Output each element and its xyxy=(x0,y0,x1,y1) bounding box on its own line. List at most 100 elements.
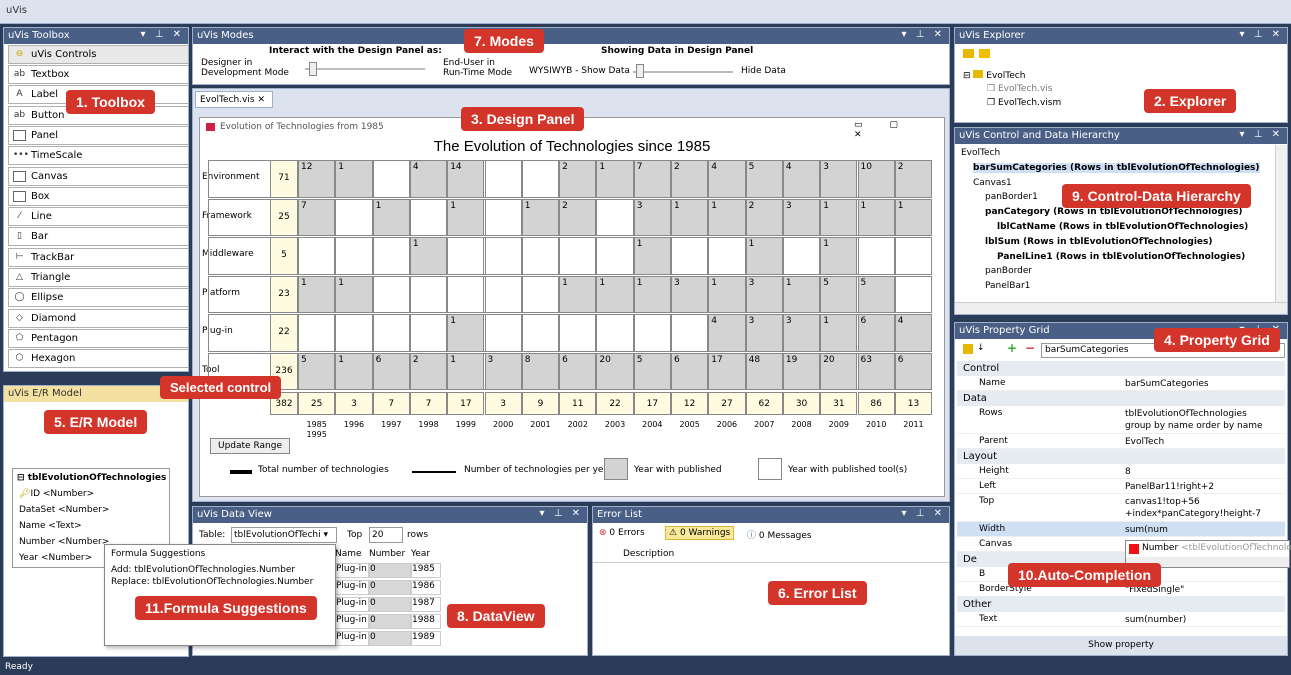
year-cell[interactable]: 1 xyxy=(559,275,597,313)
sort-icon[interactable]: ↓ xyxy=(977,343,985,353)
year-cell[interactable]: 1 xyxy=(857,198,895,236)
year-cell[interactable] xyxy=(409,198,448,236)
year-cell[interactable] xyxy=(894,237,933,275)
year-cell[interactable] xyxy=(335,237,373,275)
year-cell[interactable] xyxy=(484,314,522,352)
year-cell[interactable] xyxy=(894,275,933,313)
year-cell[interactable] xyxy=(708,237,746,275)
year-cell[interactable]: 1 xyxy=(820,198,858,236)
er-field-id[interactable]: 🔑︎ID <Number> xyxy=(19,489,94,499)
property-value[interactable]: sum(num xyxy=(1125,524,1168,536)
dataview-cell[interactable]: Plug-in xyxy=(335,580,369,595)
year-cell[interactable]: 3 xyxy=(820,160,858,198)
year-cell[interactable]: 1 xyxy=(745,237,783,275)
toolbox-item-line[interactable]: ⁄ Line xyxy=(8,207,188,227)
hierarchy-item[interactable]: panBorder1 xyxy=(985,192,1038,202)
update-range-button[interactable]: Update Range xyxy=(210,438,290,454)
warnings-filter[interactable]: ⚠ 0 Warnings xyxy=(665,526,735,540)
year-cell[interactable]: 3 xyxy=(633,198,671,236)
year-cell[interactable]: 5 xyxy=(633,352,671,390)
year-cell[interactable]: 1 xyxy=(596,160,634,198)
year-cell[interactable]: 12 xyxy=(298,160,336,198)
hierarchy-scrollbar[interactable] xyxy=(955,302,1287,314)
hierarchy-item[interactable]: lblSum (Rows in tblEvolutionOfTechnologi… xyxy=(985,237,1212,247)
year-cell[interactable]: 19 xyxy=(782,352,821,390)
property-category[interactable]: Data xyxy=(957,391,1285,406)
dataview-cell[interactable]: Plug-in xyxy=(335,563,369,578)
year-cell[interactable] xyxy=(596,314,634,352)
year-cell[interactable] xyxy=(372,160,410,198)
dataview-cell[interactable]: 0 xyxy=(369,597,411,612)
mode-slider[interactable] xyxy=(305,68,425,70)
property-row-rows[interactable]: Rows tblEvolutionOfTechnologies group by … xyxy=(957,406,1285,434)
year-cell[interactable]: 1 xyxy=(372,198,410,236)
hierarchy-item[interactable]: lblCatName (Rows in tblEvolutionOfTechno… xyxy=(997,222,1248,232)
data-slider-thumb[interactable] xyxy=(636,64,644,78)
toolbox-item-ellipse[interactable]: ◯ Ellipse xyxy=(8,288,188,308)
year-cell[interactable]: 2 xyxy=(559,198,597,236)
property-category[interactable]: Other xyxy=(957,597,1285,612)
errors-filter[interactable]: ⊗ 0 Errors xyxy=(599,528,645,538)
property-row-parent[interactable]: Parent EvolTech xyxy=(957,434,1285,449)
property-value[interactable]: EvolTech xyxy=(1125,436,1164,448)
year-cell[interactable]: 5 xyxy=(298,352,336,390)
add-icon[interactable]: + xyxy=(1007,341,1017,355)
year-cell[interactable]: 5 xyxy=(820,275,858,313)
year-cell[interactable]: 3 xyxy=(671,275,709,313)
hierarchy-item[interactable]: EvolTech xyxy=(961,148,1000,158)
hierarchy-item[interactable]: panBorder xyxy=(985,266,1032,276)
toolbox-item-textbox[interactable]: ab Textbox xyxy=(8,65,188,84)
toolbox-item-bar[interactable]: ▯ Bar xyxy=(8,227,188,247)
dataview-cell[interactable]: 1987 xyxy=(411,597,441,612)
year-cell[interactable] xyxy=(521,237,560,275)
open-folder-icon[interactable] xyxy=(979,49,990,58)
dataview-column-header[interactable]: Number xyxy=(369,549,405,559)
panel-controls-icon[interactable]: ▾ ⊥ ✕ xyxy=(902,29,945,40)
year-cell[interactable]: 7 xyxy=(633,160,671,198)
year-cell[interactable]: 3 xyxy=(782,314,821,352)
explorer-file-vism[interactable]: ❒ EvolTech.vism xyxy=(987,98,1061,108)
year-cell[interactable] xyxy=(298,314,336,352)
property-row-width[interactable]: Width sum(num xyxy=(957,522,1285,537)
dataview-cell[interactable]: Plug-in xyxy=(335,597,369,612)
year-cell[interactable] xyxy=(335,198,373,236)
hierarchy-item[interactable]: PanelBar1 xyxy=(985,281,1030,291)
year-cell[interactable]: 1 xyxy=(447,198,485,236)
year-cell[interactable] xyxy=(633,314,671,352)
dataview-column-header[interactable]: Name xyxy=(335,549,362,559)
year-cell[interactable]: 6 xyxy=(894,352,933,390)
year-cell[interactable]: 48 xyxy=(745,352,783,390)
property-row-left[interactable]: Left PanelBar11!right+2 xyxy=(957,479,1285,494)
year-cell[interactable]: 1 xyxy=(671,198,709,236)
toolbox-group-uvis-controls[interactable]: ⊖ uVis Controls xyxy=(8,45,188,64)
toolbox-item-canvas[interactable]: Canvas xyxy=(8,166,188,186)
year-cell[interactable]: 3 xyxy=(782,198,821,236)
year-cell[interactable]: 20 xyxy=(820,352,858,390)
year-cell[interactable]: 1 xyxy=(782,275,821,313)
er-field-name[interactable]: Name <Text> xyxy=(19,521,82,531)
year-cell[interactable] xyxy=(782,237,821,275)
property-value[interactable]: tblEvolutionOfTechnologies group by name… xyxy=(1125,408,1263,432)
panel-controls-icon[interactable]: ▾ ⊥ ✕ xyxy=(1240,29,1283,40)
year-cell[interactable]: 10 xyxy=(857,160,895,198)
toolbox-item-panel[interactable]: Panel xyxy=(8,125,188,145)
year-cell[interactable]: 6 xyxy=(671,352,709,390)
mode-slider-thumb[interactable] xyxy=(309,62,317,76)
property-value[interactable]: sum(number) xyxy=(1125,614,1186,626)
dataview-cell[interactable]: 0 xyxy=(369,631,411,646)
year-cell[interactable] xyxy=(521,160,560,198)
dataview-cell[interactable]: Plug-in xyxy=(335,631,369,646)
year-cell[interactable] xyxy=(559,237,597,275)
year-cell[interactable] xyxy=(484,160,522,198)
property-row-text[interactable]: Text sum(number) xyxy=(957,612,1285,627)
year-cell[interactable]: 1 xyxy=(596,275,634,313)
year-cell[interactable]: 20 xyxy=(596,352,634,390)
year-cell[interactable]: 2 xyxy=(559,160,597,198)
toolbox-item-hexagon[interactable]: ⬡ Hexagon xyxy=(8,349,188,369)
toolbox-item-diamond[interactable]: ◇ Diamond xyxy=(8,308,188,328)
dataview-cell[interactable]: 0 xyxy=(369,614,411,629)
toolbox-item-trackbar[interactable]: ⊢ TrackBar xyxy=(8,247,188,267)
year-cell[interactable] xyxy=(671,314,709,352)
er-field-number[interactable]: Number <Number> xyxy=(19,537,109,547)
year-cell[interactable]: 1 xyxy=(894,198,933,236)
